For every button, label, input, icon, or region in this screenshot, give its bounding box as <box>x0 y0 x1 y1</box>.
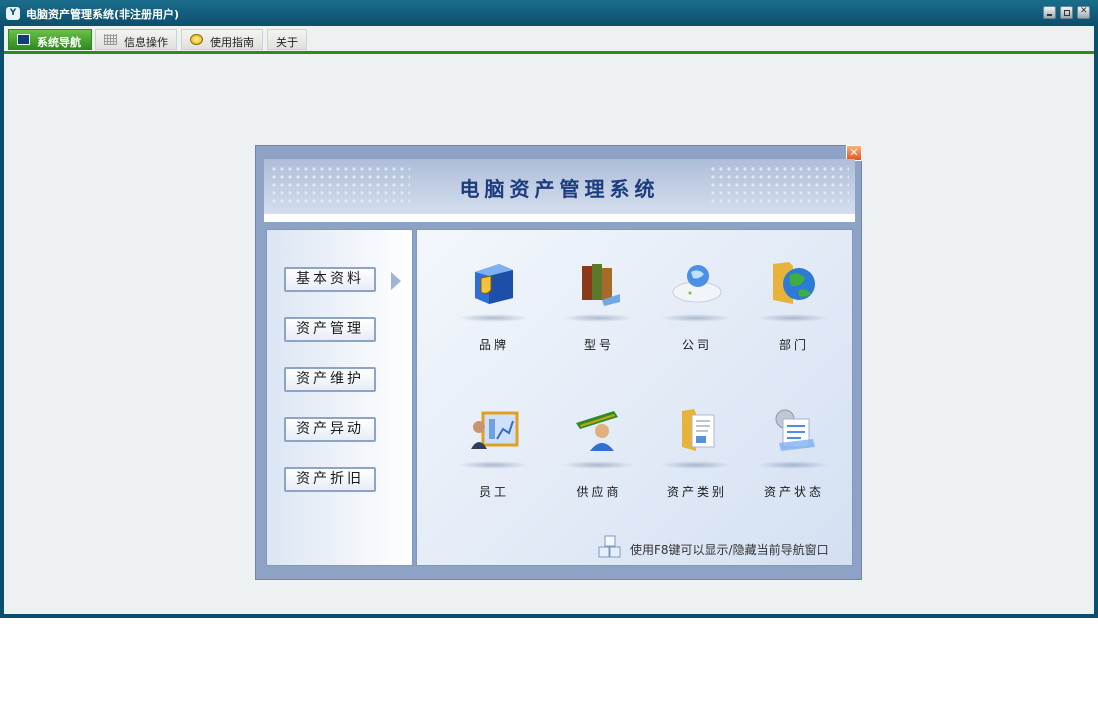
tile-label: 品牌 <box>478 338 509 352</box>
tile-label: 型号 <box>583 338 614 352</box>
banner: 电脑资产管理系统 <box>264 159 855 214</box>
navigation-panel: ✕ 电脑资产管理系统 基本资料 资产管理 资产维护 资产异动 资产折旧 品牌 型… <box>255 145 862 580</box>
tab-strip: 系统导航 信息操作 使用指南 关于 <box>4 26 1094 54</box>
hint-text: 使用F8键可以显示/隐藏当前导航窗口 <box>630 543 829 557</box>
model-books-icon <box>582 264 620 306</box>
monitor-icon <box>17 34 30 45</box>
tile-shadow <box>660 314 732 322</box>
tile-company[interactable]: 公司 <box>642 258 742 368</box>
tab-label: 系统导航 <box>37 36 81 49</box>
minimize-icon[interactable] <box>1043 6 1056 19</box>
tile-shadow <box>562 314 634 322</box>
menu-asset-management-button[interactable]: 资产管理 <box>284 317 376 342</box>
banner-title: 电脑资产管理系统 <box>459 177 660 201</box>
tile-shadow <box>457 461 529 469</box>
tab-user-guide[interactable]: 使用指南 <box>181 29 263 50</box>
app-icon: Y <box>6 7 20 20</box>
tile-asset-status[interactable]: 资产状态 <box>739 405 839 515</box>
tile-shadow <box>562 461 634 469</box>
tile-label: 资产状态 <box>763 485 824 499</box>
tab-about[interactable]: 关于 <box>267 29 307 50</box>
tab-label: 信息操作 <box>124 36 168 49</box>
department-folder-icon <box>773 262 815 304</box>
company-globe-icon <box>672 265 722 303</box>
tab-system-nav[interactable]: 系统导航 <box>8 29 92 50</box>
employee-icon <box>471 411 519 449</box>
tile-employee[interactable]: 员工 <box>439 405 539 515</box>
tile-shadow <box>757 314 829 322</box>
menu-asset-transfer-button[interactable]: 资产异动 <box>284 417 376 442</box>
brand-shield-icon <box>475 264 513 304</box>
tile-supplier[interactable]: 供应商 <box>544 405 644 515</box>
tile-shadow <box>660 461 732 469</box>
supplier-icon <box>576 411 618 451</box>
maximize-icon[interactable] <box>1060 6 1073 19</box>
menu-pane: 基本资料 资产管理 资产维护 资产异动 资产折旧 <box>266 229 413 566</box>
asset-category-icon <box>682 409 715 451</box>
hint: 使用F8键可以显示/隐藏当前导航窗口 <box>598 535 829 561</box>
tile-asset-category[interactable]: 资产类别 <box>642 405 742 515</box>
grid-icon <box>104 34 117 45</box>
tile-label: 员工 <box>478 485 509 499</box>
tab-label: 关于 <box>276 36 298 49</box>
tiles-pane: 品牌 型号 公司 部门 员工 供应商 资产类别 资产状态 使用F8键可以显示/隐… <box>416 229 853 566</box>
tab-label: 使用指南 <box>210 36 254 49</box>
tile-shadow <box>457 314 529 322</box>
guide-icon <box>190 34 203 45</box>
banner-strip <box>264 214 855 222</box>
tile-label: 公司 <box>681 338 712 352</box>
tab-info-ops[interactable]: 信息操作 <box>95 29 177 50</box>
tile-shadow <box>757 461 829 469</box>
titlebar[interactable]: Y 电脑资产管理系统(非注册用户) <box>0 0 1098 26</box>
asset-status-icon <box>775 409 815 451</box>
help-cubes-icon <box>598 535 621 558</box>
tile-label: 资产类别 <box>666 485 727 499</box>
selected-arrow-icon <box>391 272 401 290</box>
tile-model[interactable]: 型号 <box>544 258 644 368</box>
close-window-icon[interactable] <box>1077 6 1090 19</box>
tile-brand[interactable]: 品牌 <box>439 258 539 368</box>
window-title: 电脑资产管理系统(非注册用户) <box>26 8 180 21</box>
menu-asset-depreciation-button[interactable]: 资产折旧 <box>284 467 376 492</box>
tile-label: 部门 <box>778 338 809 352</box>
menu-asset-maintenance-button[interactable]: 资产维护 <box>284 367 376 392</box>
tile-label: 供应商 <box>576 485 622 499</box>
menu-basic-info-button[interactable]: 基本资料 <box>284 267 376 292</box>
tile-department[interactable]: 部门 <box>739 258 839 368</box>
